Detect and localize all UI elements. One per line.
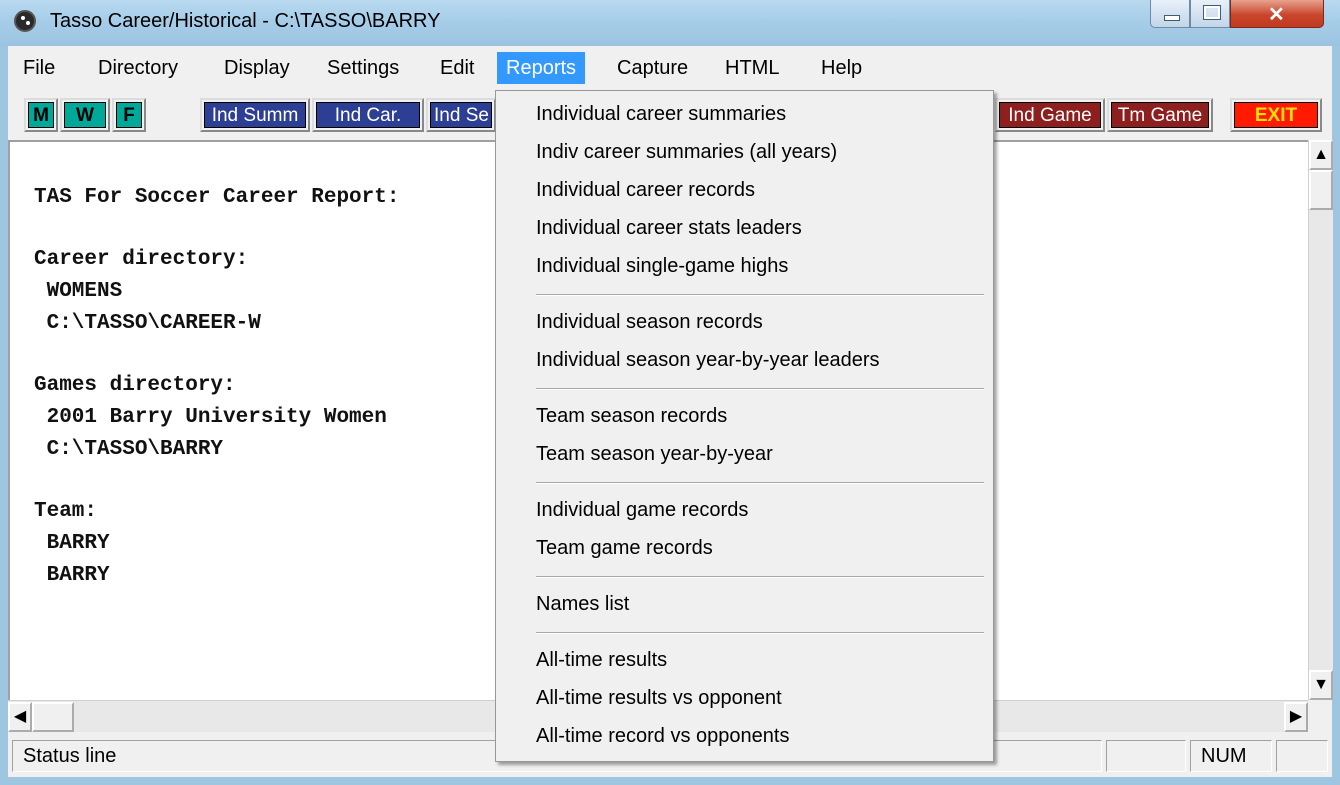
ind-game-button-label: Ind Game [999, 102, 1101, 128]
num-lock-indicator: NUM [1190, 740, 1272, 772]
menu-file[interactable]: File [14, 52, 64, 84]
menu-separator [536, 576, 984, 578]
horizontal-scroll-thumb[interactable] [32, 702, 74, 732]
menu-separator [536, 388, 984, 390]
report-line: TAS For Soccer Career Report: [34, 186, 400, 209]
menu-item-individual-game-records[interactable]: Individual game records [536, 499, 748, 522]
menu-item-team-season-year-by-year[interactable]: Team season year-by-year [536, 443, 773, 466]
vertical-scroll-thumb[interactable] [1309, 170, 1333, 210]
menu-item-individual-career-records[interactable]: Individual career records [536, 179, 755, 202]
menu-separator [536, 294, 984, 296]
mens-button[interactable]: M [24, 98, 58, 132]
report-line: Games directory: [34, 374, 236, 397]
menu-settings[interactable]: Settings [318, 52, 408, 84]
close-button[interactable] [1230, 0, 1324, 28]
ind-car-button[interactable]: Ind Car. [312, 98, 424, 132]
status-panel-end [1276, 740, 1328, 772]
reports-dropdown-menu: Individual career summaries Indiv career… [495, 90, 994, 762]
menu-item-individual-season-records[interactable]: Individual season records [536, 311, 763, 334]
vertical-scrollbar[interactable]: ▲ ▼ [1308, 140, 1333, 700]
report-line: BARRY [34, 532, 110, 555]
report-line: C:\TASSO\CAREER-W [34, 312, 261, 335]
report-line: C:\TASSO\BARRY [34, 438, 224, 461]
maximize-button[interactable] [1190, 0, 1230, 28]
menu-item-individual-season-year-by-year-leaders[interactable]: Individual season year-by-year leaders [536, 349, 880, 372]
womens-button-label: W [64, 102, 106, 128]
f-button-label: F [116, 102, 142, 128]
minimize-button[interactable] [1150, 0, 1190, 28]
exit-button[interactable]: EXIT [1230, 98, 1322, 132]
report-line: Team: [34, 500, 98, 523]
menu-reports[interactable]: Reports [497, 52, 586, 84]
tm-game-button-label: Tm Game [1111, 102, 1209, 128]
f-button[interactable]: F [112, 98, 146, 132]
menu-help[interactable]: Help [812, 52, 871, 84]
menu-item-team-season-records[interactable]: Team season records [536, 405, 727, 428]
arrow-down-icon[interactable]: ▼ [1309, 670, 1333, 700]
menu-item-all-time-results-vs-opponent[interactable]: All-time results vs opponent [536, 687, 782, 710]
menu-edit[interactable]: Edit [431, 52, 483, 84]
soccer-ball-icon[interactable] [14, 10, 36, 32]
menu-item-team-game-records[interactable]: Team game records [536, 537, 713, 560]
scrollbar-corner [1308, 700, 1332, 732]
menu-html[interactable]: HTML [716, 52, 788, 84]
menu-capture[interactable]: Capture [608, 52, 697, 84]
menu-separator [536, 632, 984, 634]
menu-item-indiv-career-summaries-all-years[interactable]: Indiv career summaries (all years) [536, 141, 837, 164]
womens-button[interactable]: W [60, 98, 110, 132]
menu-separator [536, 482, 984, 484]
title-bar[interactable]: Tasso Career/Historical - C:\TASSO\BARRY [0, 0, 1340, 46]
ind-season-button[interactable]: Ind Se [426, 98, 496, 132]
menu-item-names-list[interactable]: Names list [536, 593, 629, 616]
menu-item-all-time-results[interactable]: All-time results [536, 649, 667, 672]
menu-directory[interactable]: Directory [89, 52, 187, 84]
arrow-left-icon[interactable]: ◀ [8, 702, 32, 732]
menu-display[interactable]: Display [215, 52, 299, 84]
report-line: BARRY [34, 564, 110, 587]
arrow-up-icon[interactable]: ▲ [1309, 140, 1333, 170]
report-line: WOMENS [34, 280, 123, 303]
ind-game-button[interactable]: Ind Game [995, 98, 1105, 132]
menu-item-individual-single-game-highs[interactable]: Individual single-game highs [536, 255, 788, 278]
menu-item-all-time-record-vs-opponents[interactable]: All-time record vs opponents [536, 725, 789, 748]
ind-summ-button[interactable]: Ind Summ [200, 98, 310, 132]
menu-item-individual-career-summaries[interactable]: Individual career summaries [536, 103, 786, 126]
exit-button-label: EXIT [1234, 102, 1318, 128]
menu-item-individual-career-stats-leaders[interactable]: Individual career stats leaders [536, 217, 802, 240]
mens-button-label: M [28, 102, 54, 128]
app-window: Tasso Career/Historical - C:\TASSO\BARRY… [0, 0, 1340, 785]
ind-season-button-label: Ind Se [430, 102, 492, 128]
arrow-right-icon[interactable]: ▶ [1284, 702, 1308, 732]
ind-summ-button-label: Ind Summ [204, 102, 306, 128]
ind-car-button-label: Ind Car. [316, 102, 420, 128]
status-panel-blank [1106, 740, 1186, 772]
tm-game-button[interactable]: Tm Game [1107, 98, 1213, 132]
report-line: 2001 Barry University Women [34, 406, 387, 429]
report-line: Career directory: [34, 248, 249, 271]
window-title: Tasso Career/Historical - C:\TASSO\BARRY [50, 10, 441, 32]
menu-bar: File Directory Display Settings Edit Rep… [8, 46, 1332, 90]
